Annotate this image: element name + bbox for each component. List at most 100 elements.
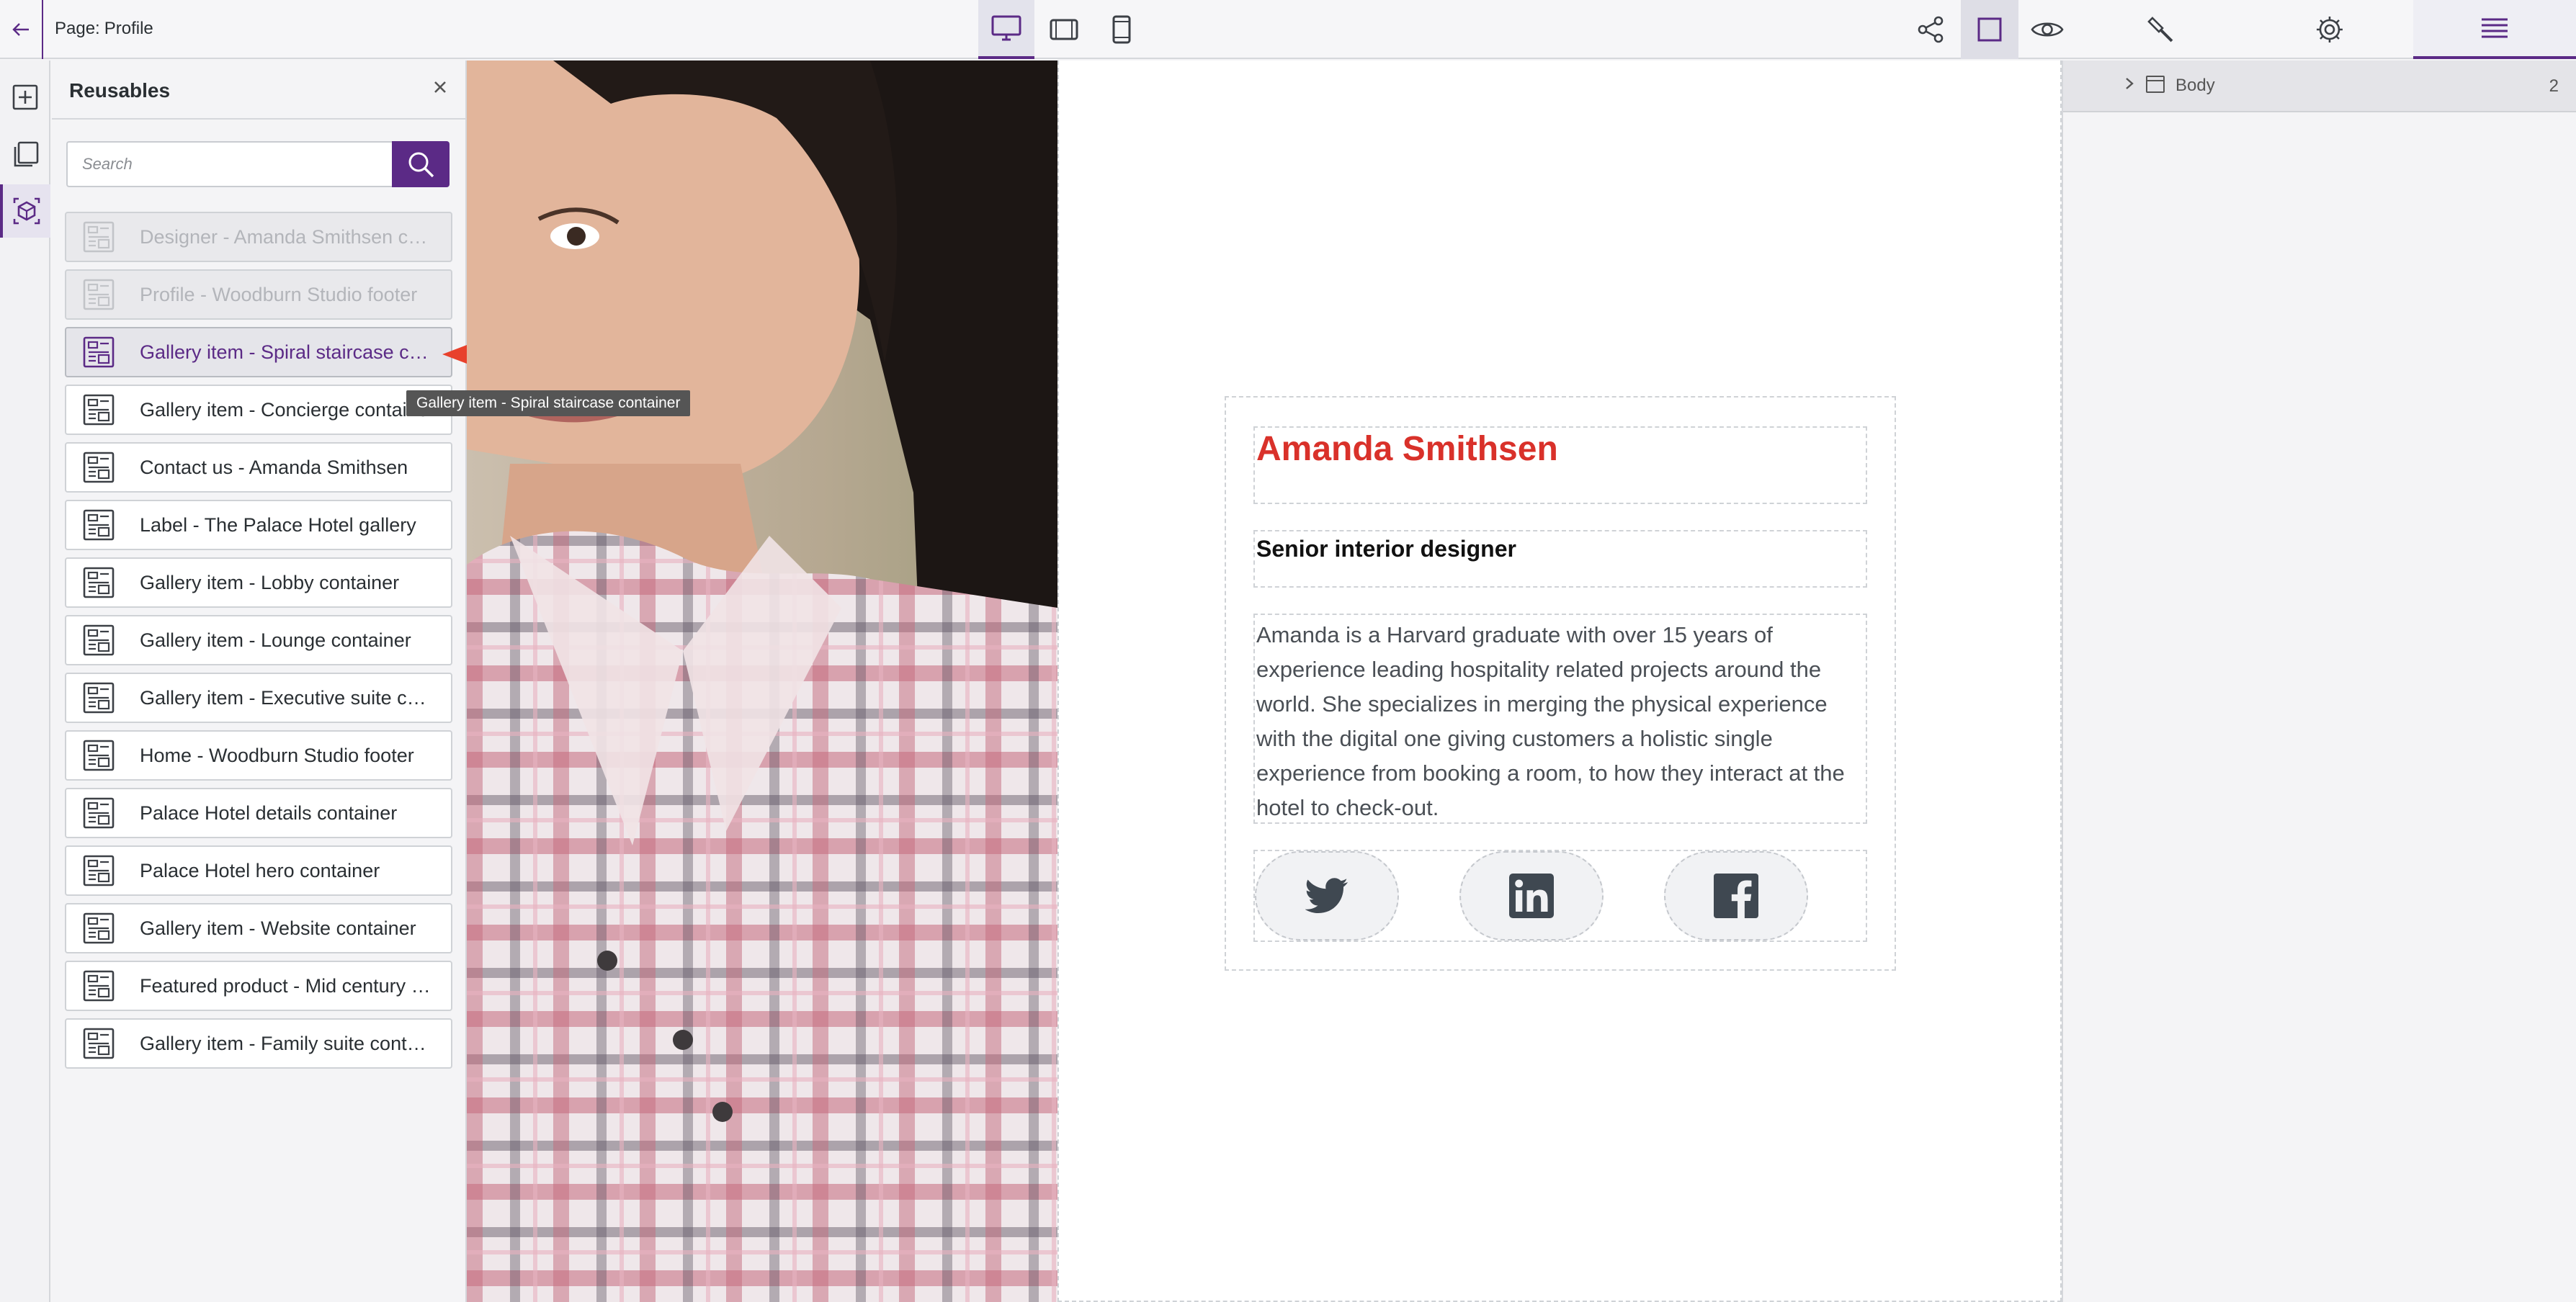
reusable-item[interactable]: Featured product - Mid century chair — [65, 961, 452, 1011]
reusable-component-icon — [83, 855, 115, 886]
reusable-component-icon — [83, 912, 115, 944]
search-input[interactable] — [66, 141, 392, 187]
search-icon — [408, 152, 434, 178]
layer-child-count: 2 — [2549, 76, 2559, 96]
pages-icon — [14, 141, 39, 167]
reusables-icon — [13, 197, 40, 225]
reusable-item-label: Gallery item - Spiral staircase containe… — [140, 341, 435, 363]
layers-tab[interactable] — [2413, 0, 2576, 59]
reusable-item[interactable]: Gallery item - Concierge container — [65, 385, 452, 435]
reusables-panel: Reusables Designer - Amanda Smithsen con… — [52, 60, 467, 1302]
share-button[interactable] — [1902, 0, 1959, 59]
reusable-component-icon — [83, 970, 115, 1002]
profile-name: Amanda Smithsen — [1256, 430, 1558, 468]
top-toolbar: Page: Profile — [0, 0, 2576, 59]
social-links-block[interactable] — [1253, 850, 1867, 942]
search-button[interactable] — [392, 141, 450, 187]
name-heading-block[interactable]: Amanda Smithsen — [1253, 426, 1867, 504]
reusable-item[interactable]: Gallery item - Executive suite container — [65, 673, 452, 723]
facebook-button[interactable] — [1664, 851, 1808, 940]
page-canvas[interactable]: Amanda Smithsen Senior interior designer… — [467, 60, 2062, 1302]
reusable-item[interactable]: Gallery item - Family suite container — [65, 1018, 452, 1069]
profile-photo[interactable] — [467, 60, 1057, 1302]
close-panel-button[interactable] — [429, 76, 451, 104]
layers-panel: Body 2 — [2062, 60, 2576, 1302]
twitter-icon — [1305, 878, 1348, 913]
outline-toggle-button[interactable] — [1961, 0, 2018, 59]
view-tablet-landscape-button[interactable] — [1036, 0, 1092, 59]
profile-card[interactable]: Amanda Smithsen Senior interior designer… — [1225, 396, 1896, 971]
left-icon-rail — [0, 60, 50, 1302]
linkedin-button[interactable] — [1459, 851, 1604, 940]
reusable-item[interactable]: Label - The Palace Hotel gallery — [65, 500, 452, 550]
desktop-icon — [991, 15, 1021, 41]
reusable-item[interactable]: Gallery item - Lobby container — [65, 557, 452, 608]
profile-role: Senior interior designer — [1256, 536, 1516, 562]
reusables-title: Reusables — [69, 79, 171, 102]
reusable-item-label: Gallery item - Lounge container — [140, 629, 411, 651]
back-button[interactable] — [0, 0, 43, 59]
reusable-component-icon — [83, 682, 115, 714]
style-brush-icon — [2147, 17, 2173, 42]
layers-list-icon — [2482, 18, 2508, 38]
reusable-component-icon — [83, 797, 115, 829]
reusable-item-label: Featured product - Mid century chair — [140, 974, 435, 997]
reusable-item-label: Palace Hotel details container — [140, 802, 398, 824]
reusable-item[interactable]: Palace Hotel hero container — [65, 845, 452, 896]
linkedin-icon — [1509, 874, 1554, 918]
reusables-panel-header: Reusables — [52, 60, 467, 120]
add-element-button[interactable] — [0, 71, 50, 124]
layer-label: Body — [2175, 76, 2215, 95]
reusable-item-label: Home - Woodburn Studio footer — [140, 744, 414, 766]
settings-gear-icon — [2317, 17, 2343, 42]
reusable-component-icon — [83, 624, 115, 656]
profile-photo-illustration — [467, 60, 1057, 1302]
chevron-right-icon[interactable] — [2124, 76, 2135, 95]
preview-eye-icon — [2031, 22, 2064, 37]
reusable-item-label: Gallery item - Concierge container — [140, 398, 435, 421]
twitter-button[interactable] — [1255, 851, 1399, 940]
page-label-prefix: Page: — [55, 19, 100, 38]
layer-row-body[interactable]: Body 2 — [2063, 60, 2576, 112]
reusable-component-icon — [83, 336, 115, 368]
view-desktop-button[interactable] — [978, 0, 1034, 59]
page-label: Page: Profile — [55, 19, 153, 39]
reusable-item-label: Gallery item - Executive suite container — [140, 686, 435, 709]
reusable-item[interactable]: Gallery item - Website container — [65, 903, 452, 953]
reusable-component-icon — [83, 221, 115, 253]
arrow-left-icon — [12, 23, 29, 36]
reusable-component-icon — [83, 452, 115, 483]
bio-text-block[interactable]: Amanda is a Harvard graduate with over 1… — [1253, 614, 1867, 824]
page-name: Profile — [104, 19, 153, 38]
reusable-component-icon — [83, 394, 115, 426]
reusable-item-label: Contact us - Amanda Smithsen — [140, 456, 408, 478]
reusables-button[interactable] — [0, 184, 50, 238]
reusable-item[interactable]: Home - Woodburn Studio footer — [65, 730, 452, 781]
style-tab[interactable] — [2078, 0, 2245, 59]
settings-tab[interactable] — [2246, 0, 2413, 59]
reusable-item[interactable]: Gallery item - Spiral staircase containe… — [65, 327, 452, 377]
tablet-portrait-icon — [1112, 15, 1131, 44]
tablet-landscape-icon — [1050, 19, 1078, 40]
reusable-item-label: Profile - Woodburn Studio footer — [140, 283, 418, 305]
reusable-item[interactable]: Contact us - Amanda Smithsen — [65, 442, 452, 493]
reusable-item[interactable]: Palace Hotel details container — [65, 788, 452, 838]
reusable-item-label: Gallery item - Family suite container — [140, 1032, 435, 1054]
reusable-component-icon — [83, 509, 115, 541]
reusable-item-label: Designer - Amanda Smithsen container — [140, 225, 435, 248]
pages-button[interactable] — [0, 128, 50, 181]
add-icon — [12, 84, 38, 110]
share-icon — [1918, 16, 1944, 43]
reusable-component-icon — [83, 279, 115, 310]
reusable-item-label: Gallery item - Lobby container — [140, 571, 400, 593]
facebook-icon — [1714, 874, 1758, 918]
view-tablet-portrait-button[interactable] — [1094, 0, 1150, 59]
reusable-item[interactable]: Gallery item - Lounge container — [65, 615, 452, 665]
role-heading-block[interactable]: Senior interior designer — [1253, 530, 1867, 588]
reusable-item: Profile - Woodburn Studio footer — [65, 269, 452, 320]
outline-toggle-icon — [1977, 17, 2002, 42]
reusable-item-label: Label - The Palace Hotel gallery — [140, 513, 416, 536]
reusable-component-icon — [83, 567, 115, 598]
profile-bio: Amanda is a Harvard graduate with over 1… — [1256, 622, 1845, 820]
preview-button[interactable] — [2018, 0, 2076, 59]
